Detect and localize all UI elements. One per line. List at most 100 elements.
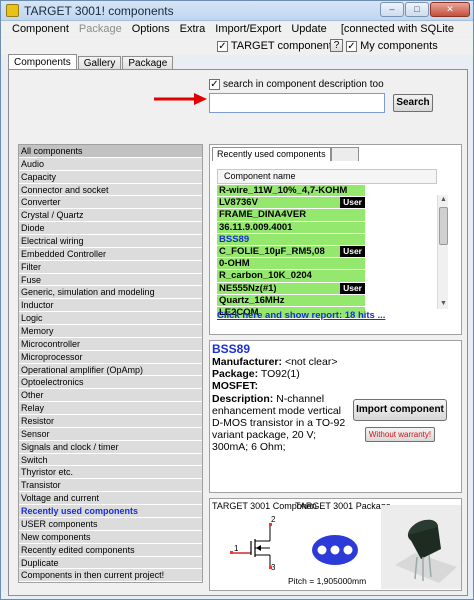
category-components-in-then-current-project[interactable]: Components in then current project!: [19, 569, 202, 582]
user-badge: User: [340, 282, 365, 294]
filter-row: ✓ TARGET components ? ✓ My components: [1, 38, 473, 55]
recent-row-name: 0-OHM: [219, 258, 250, 270]
category-electrical-wiring[interactable]: Electrical wiring: [19, 235, 202, 248]
target-components-checkbox[interactable]: ✓: [217, 40, 228, 52]
manufacturer-label: Manufacturer:: [212, 356, 283, 368]
tab-gallery[interactable]: Gallery: [77, 56, 122, 70]
category-relay[interactable]: Relay: [19, 402, 202, 416]
category-recently-edited-components[interactable]: Recently edited components: [19, 543, 202, 557]
target-components-option[interactable]: ✓ TARGET components: [217, 40, 337, 52]
database-status: [connected with SQLite database target30…: [340, 23, 460, 50]
recent-row[interactable]: 0-OHM: [217, 258, 365, 271]
recent-row[interactable]: 36.11.9.009.4001: [217, 221, 365, 234]
category-diode[interactable]: Diode: [19, 222, 202, 236]
category-operational-amplifier-opamp[interactable]: Operational amplifier (OpAmp): [19, 363, 202, 377]
category-audio[interactable]: Audio: [19, 157, 202, 171]
recent-row[interactable]: LV8736V User: [217, 197, 365, 210]
without-warranty-button[interactable]: Without warranty!: [365, 427, 435, 442]
components-panel: ✓ search in component description too Sea…: [8, 69, 468, 596]
category-user-components[interactable]: USER components: [19, 517, 202, 531]
category-microcontroller[interactable]: Microcontroller: [19, 337, 202, 351]
scroll-down-icon[interactable]: ▼: [438, 299, 449, 309]
scrollbar-thumb[interactable]: [439, 207, 448, 245]
pitch-label: Pitch = 1,905000mm: [288, 576, 367, 586]
recent-row-name: LV8736V: [219, 197, 258, 209]
recent-list-scrollbar[interactable]: ▲ ▼: [437, 195, 448, 309]
recent-row[interactable]: C_FOLIE_10µF_RM5,08 User: [217, 245, 365, 259]
recent-row-name: BSS89: [219, 233, 250, 245]
component-details: BSS89 Manufacturer: <not clear> Package:…: [209, 340, 462, 493]
import-component-button[interactable]: Import component: [353, 399, 447, 421]
my-components-checkbox[interactable]: ✓: [346, 40, 357, 52]
menu-options[interactable]: Options: [132, 22, 170, 37]
scroll-up-icon[interactable]: ▲: [438, 195, 449, 205]
category-voltage-and-current[interactable]: Voltage and current: [19, 492, 202, 506]
category-capacity[interactable]: Capacity: [19, 170, 202, 184]
recent-row[interactable]: Quartz_16MHz: [217, 294, 365, 307]
menu-update[interactable]: Update: [291, 22, 326, 37]
manufacturer-value: <not clear>: [284, 356, 338, 368]
search-button[interactable]: Search: [393, 94, 433, 112]
user-badge: User: [340, 197, 365, 209]
minimize-button[interactable]: –: [380, 2, 404, 17]
category-switch[interactable]: Switch: [19, 453, 202, 467]
menu-package[interactable]: Package: [79, 22, 122, 37]
category-converter[interactable]: Converter: [19, 196, 202, 210]
category-other[interactable]: Other: [19, 389, 202, 403]
category-thyristor-etc[interactable]: Thyristor etc.: [19, 466, 202, 480]
component-preview: TARGET 3001 Componen TARGET 3001 Package…: [209, 498, 462, 591]
menu-component[interactable]: Component: [12, 22, 69, 37]
category-recently-used-components[interactable]: Recently used components: [19, 505, 202, 518]
maximize-button[interactable]: □: [405, 2, 429, 17]
recent-row-name: 36.11.9.009.4001: [219, 221, 293, 233]
recent-row-name: R_carbon_10K_0204: [219, 270, 312, 282]
close-button[interactable]: ✕: [430, 2, 470, 17]
menu-extra[interactable]: Extra: [180, 22, 206, 37]
category-sensor[interactable]: Sensor: [19, 427, 202, 441]
recent-row[interactable]: R_carbon_10K_0204: [217, 270, 365, 283]
column-header-component-name[interactable]: Component name: [217, 169, 437, 184]
category-connector-and-socket[interactable]: Connector and socket: [19, 183, 202, 197]
show-report-link[interactable]: Click here and show report: 18 hits ...: [217, 310, 437, 322]
category-generic-simulation-and-modeling[interactable]: Generic, simulation and modeling: [19, 286, 202, 300]
recent-row[interactable]: NE555Nz(#1) User: [217, 282, 365, 295]
category-microprocessor[interactable]: Microprocessor: [19, 350, 202, 364]
category-embedded-controller[interactable]: Embedded Controller: [19, 247, 202, 261]
package-preview-label: TARGET 3001 Package: [295, 501, 391, 511]
red-arrow-icon: [154, 93, 207, 105]
category-duplicate[interactable]: Duplicate: [19, 556, 202, 570]
category-new-components[interactable]: New components: [19, 530, 202, 544]
recently-used-panel: Recently used components Component name …: [209, 144, 462, 335]
recent-row-name: Quartz_16MHz: [219, 294, 285, 306]
category-filter[interactable]: Filter: [19, 260, 202, 274]
category-list[interactable]: All components Audio Capacity Connector and…: [18, 144, 203, 583]
description-search-label: search in component description too: [223, 79, 384, 91]
tab-package[interactable]: Package: [122, 56, 174, 70]
recent-row[interactable]: FRAME_DINA4VER: [217, 209, 365, 222]
category-memory[interactable]: Memory: [19, 325, 202, 338]
category-signals-and-clock-timer[interactable]: Signals and clock / timer: [19, 440, 202, 454]
tab-empty[interactable]: [330, 147, 359, 161]
component-name: BSS89: [212, 342, 251, 356]
category-logic[interactable]: Logic: [19, 312, 202, 326]
help-button[interactable]: ?: [330, 39, 343, 52]
category-optoelectronics[interactable]: Optoelectronics: [19, 376, 202, 390]
search-input[interactable]: [209, 93, 385, 113]
category-resistor[interactable]: Resistor: [19, 415, 202, 428]
window-controls: – □ ✕: [380, 2, 470, 17]
tab-recently-used[interactable]: Recently used components: [212, 147, 331, 161]
recent-row-name: FRAME_DINA4VER: [219, 209, 307, 221]
description-search-option[interactable]: ✓ search in component description too: [209, 79, 384, 90]
tab-components[interactable]: Components: [8, 54, 77, 70]
description-search-checkbox[interactable]: ✓: [209, 79, 220, 90]
recent-row[interactable]: BSS89: [217, 233, 365, 246]
category-inductor[interactable]: Inductor: [19, 299, 202, 313]
menu-import-export[interactable]: Import/Export: [215, 22, 281, 37]
my-components-option[interactable]: ✓ My components: [346, 40, 438, 52]
category-all-components[interactable]: All components: [19, 145, 202, 158]
category-crystal-quartz[interactable]: Crystal / Quartz: [19, 209, 202, 223]
category-fuse[interactable]: Fuse: [19, 273, 202, 287]
mosfet-symbol-icon: 2 1 3: [230, 515, 276, 572]
recent-row[interactable]: R-wire_11W_10%_4,7-KOHM: [217, 185, 365, 198]
category-transistor[interactable]: Transistor: [19, 479, 202, 493]
